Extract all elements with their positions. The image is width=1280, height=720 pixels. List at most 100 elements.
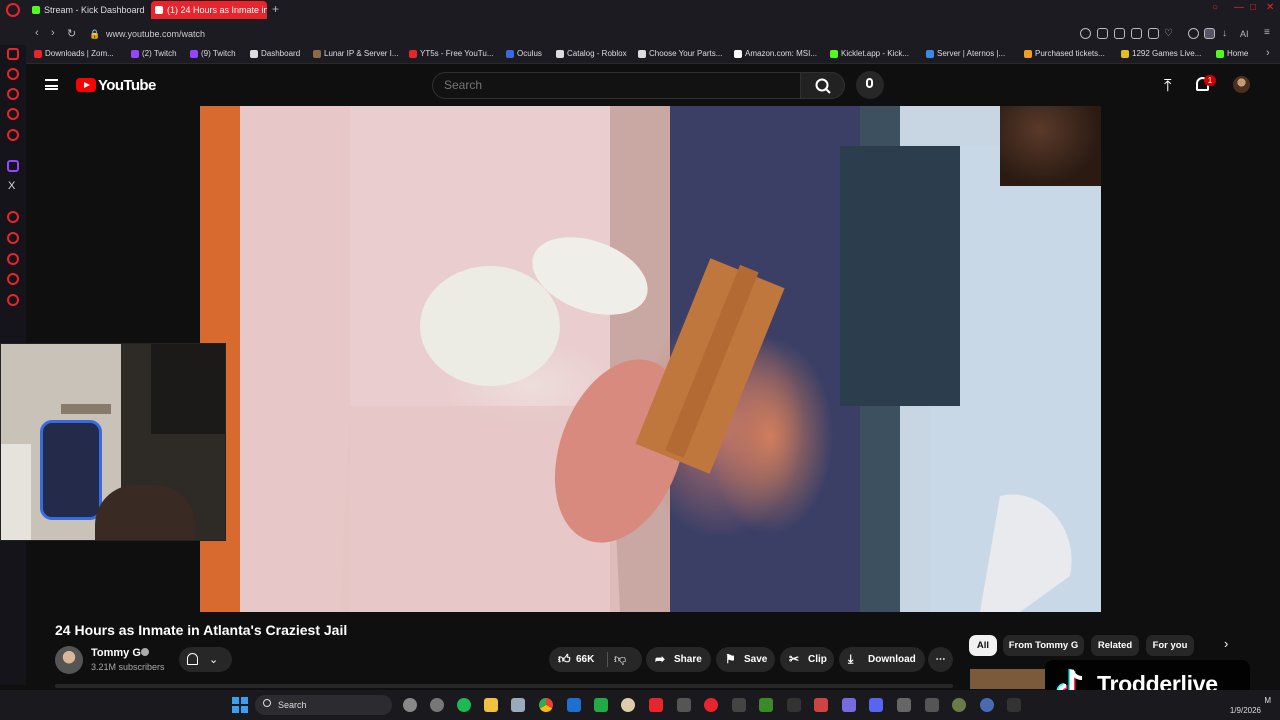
- sidebar-app-icon[interactable]: [7, 273, 19, 285]
- bookmark-item[interactable]: YT5s - Free YouTu...: [409, 49, 494, 58]
- bookmark-item[interactable]: (9) Twitch: [190, 49, 236, 58]
- taskbar-app-icon[interactable]: [403, 698, 417, 712]
- bookmark-item[interactable]: Home: [1216, 49, 1248, 58]
- save-button[interactable]: ⚑ Save: [716, 647, 775, 672]
- photos-icon[interactable]: [511, 698, 525, 712]
- lock-icon[interactable]: 🔒: [89, 29, 100, 40]
- browser-logo-icon[interactable]: [6, 3, 20, 17]
- sidebar-messenger-icon[interactable]: [7, 48, 19, 60]
- maximize-icon[interactable]: □: [1250, 2, 1256, 13]
- more-actions-button[interactable]: ⋯: [928, 647, 953, 672]
- dislike-button[interactable]: 👎︎: [614, 652, 626, 667]
- new-tab-button[interactable]: +: [272, 2, 279, 16]
- windows-start-icon[interactable]: [232, 697, 248, 713]
- video-player[interactable]: [200, 106, 1101, 612]
- upload-icon[interactable]: ⤒: [1164, 77, 1172, 94]
- clip-button[interactable]: ✂ Clip: [780, 647, 834, 672]
- bookmark-item[interactable]: 1292 Games Live...: [1121, 49, 1201, 58]
- tab-kick-dashboard[interactable]: Stream - Kick Dashboard: [28, 1, 146, 19]
- bookmark-item[interactable]: Dashboard: [250, 49, 300, 58]
- search-tabs-icon[interactable]: ○: [1212, 2, 1218, 13]
- taskbar-app-icon[interactable]: [430, 698, 444, 712]
- taskbar-app-icon[interactable]: [925, 698, 939, 712]
- bookmark-item[interactable]: Downloads | Zom...: [34, 49, 114, 58]
- bookmark-item[interactable]: Kicklet.app - Kick...: [830, 49, 909, 58]
- sidebar-history-icon[interactable]: [7, 253, 19, 265]
- bookmark-item[interactable]: Amazon.com: MSI...: [734, 49, 817, 58]
- forward-icon[interactable]: ›: [51, 27, 55, 39]
- zoom-icon[interactable]: [1080, 28, 1091, 39]
- taskbar-app-icon[interactable]: [1007, 698, 1021, 712]
- back-icon[interactable]: ‹: [35, 27, 39, 39]
- edge-icon[interactable]: [567, 698, 581, 712]
- cube-icon[interactable]: [1188, 28, 1199, 39]
- chip-for-you[interactable]: For you: [1146, 635, 1194, 656]
- taskbar-app-icon[interactable]: [732, 698, 746, 712]
- tab-youtube-video[interactable]: (1) 24 Hours as Inmate in /: [151, 1, 267, 19]
- chip-all[interactable]: All: [969, 635, 997, 656]
- minecraft-icon[interactable]: [759, 698, 773, 712]
- sidebar-x-icon[interactable]: X: [8, 180, 15, 192]
- bookmark-item[interactable]: Lunar IP & Server I...: [313, 49, 399, 58]
- bookmark-item[interactable]: Oculus: [506, 49, 542, 58]
- spotify-icon[interactable]: [457, 698, 471, 712]
- bookmark-item[interactable]: (2) Twitch: [131, 49, 177, 58]
- menu-hamburger-icon[interactable]: [45, 79, 58, 90]
- avatar[interactable]: [1233, 76, 1250, 93]
- youtube-music-icon[interactable]: [649, 698, 663, 712]
- youtube-logo-icon[interactable]: [76, 78, 96, 92]
- tray-date[interactable]: 1/9/2026: [1223, 706, 1261, 715]
- profile-extension-icon[interactable]: [1204, 28, 1215, 39]
- chrome-icon[interactable]: [539, 698, 553, 712]
- channel-name[interactable]: Tommy G: [91, 647, 141, 659]
- like-button[interactable]: 👍︎ 66K: [549, 647, 642, 672]
- sidebar-app-icon[interactable]: [7, 211, 19, 223]
- download-button[interactable]: ⤓ Download: [839, 647, 925, 672]
- taskbar-app-icon[interactable]: [897, 698, 911, 712]
- share-button[interactable]: ➦ Share: [646, 647, 711, 672]
- channel-avatar[interactable]: [55, 646, 83, 674]
- minimize-icon[interactable]: —: [1234, 2, 1244, 13]
- bookmarks-overflow-icon[interactable]: ›: [1266, 47, 1270, 59]
- snapshot-icon[interactable]: [1114, 28, 1125, 39]
- taskbar-app-icon[interactable]: [704, 698, 718, 712]
- youtube-wordmark[interactable]: YouTube: [98, 77, 156, 94]
- chevron-right-icon[interactable]: ›: [1224, 636, 1228, 651]
- sidebar-play-icon[interactable]: [7, 232, 19, 244]
- taskbar-app-icon[interactable]: [980, 698, 994, 712]
- sidebar-twitch-icon[interactable]: [7, 160, 19, 172]
- file-explorer-icon[interactable]: [484, 698, 498, 712]
- sidebar-app-icon[interactable]: [7, 68, 19, 80]
- taskbar-app-icon[interactable]: [621, 698, 635, 712]
- extension-icon[interactable]: [1097, 28, 1108, 39]
- taskbar-app-icon[interactable]: [594, 698, 608, 712]
- url-field[interactable]: www.youtube.com/watch: [106, 29, 205, 39]
- chip-related[interactable]: Related: [1091, 635, 1139, 656]
- download-icon[interactable]: ↓: [1222, 28, 1227, 39]
- taskbar-app-icon[interactable]: [677, 698, 691, 712]
- discord-icon[interactable]: [869, 698, 883, 712]
- bookmark-item[interactable]: Purchased tickets...: [1024, 49, 1105, 58]
- sidebar-app-icon[interactable]: [7, 129, 19, 141]
- close-icon[interactable]: ✕: [1266, 2, 1274, 13]
- menu-icon[interactable]: ≡: [1264, 27, 1270, 38]
- taskbar-app-icon[interactable]: [842, 698, 856, 712]
- taskbar-app-icon[interactable]: [952, 698, 966, 712]
- sidebar-settings-icon[interactable]: [7, 294, 19, 306]
- sidebar-app-icon[interactable]: [7, 88, 19, 100]
- shield-icon[interactable]: [1131, 28, 1142, 39]
- reload-icon[interactable]: ↻: [67, 27, 76, 40]
- bookmark-item[interactable]: Server | Aternos |...: [926, 49, 1005, 58]
- recommended-thumbnail[interactable]: [970, 669, 1045, 689]
- search-button[interactable]: [800, 72, 845, 99]
- taskbar-app-icon[interactable]: [814, 698, 828, 712]
- sidebar-app-icon[interactable]: [7, 108, 19, 120]
- bookmark-item[interactable]: Choose Your Parts...: [638, 49, 722, 58]
- bookmark-item[interactable]: Catalog - Roblox: [556, 49, 627, 58]
- taskbar-app-icon[interactable]: [787, 698, 801, 712]
- ai-button[interactable]: AI: [1240, 29, 1249, 39]
- heart-icon[interactable]: ♡: [1164, 28, 1173, 39]
- taskbar-search-box[interactable]: [255, 695, 392, 715]
- tray-time[interactable]: M: [1223, 696, 1271, 705]
- chip-from-channel[interactable]: From Tommy G: [1003, 635, 1084, 656]
